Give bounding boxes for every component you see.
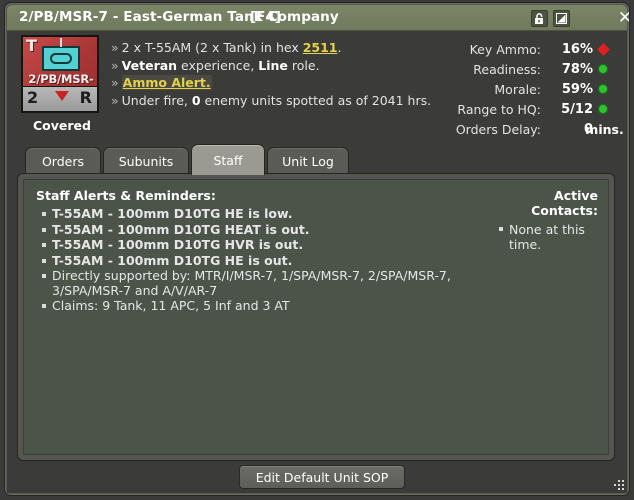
status-row: Morale: 59% — [438, 79, 613, 99]
status-row: Key Ammo: 16% — [438, 39, 613, 59]
tank-turret-shape — [50, 53, 72, 64]
status-value: 5/12 — [561, 101, 593, 117]
composition-period: . — [337, 40, 342, 55]
status-value: 78% — [561, 61, 593, 77]
window-body: T 2/PB/MSR- 2 R Covered » 2 x T-55AM (2 x… — [7, 31, 627, 493]
tank-symbol-icon — [42, 46, 80, 71]
experience-text: experience, — [177, 57, 259, 73]
status-dot-icon — [598, 104, 608, 114]
lock-icon — [535, 12, 543, 24]
tab-subunits[interactable]: Subunits — [103, 147, 189, 174]
staff-alerts-heading: Staff Alerts & Reminders: — [36, 188, 216, 203]
list-item: T-55AM - 100mm D10TG HVR is out. — [42, 237, 486, 253]
info-line-contact-status: » Under fire, 0 enemy units spotted as of… — [111, 92, 461, 110]
ammo-alert-link[interactable]: Ammo Alert. — [121, 75, 212, 90]
composition-text: 2 x T-55AM (2 x Tank) in hex — [121, 40, 303, 55]
window-title: 2/PB/MSR-7 - East-German Tank Company — [19, 9, 339, 25]
status-dot-icon — [598, 64, 608, 74]
counter-right-letter: R — [79, 88, 92, 107]
unit-counter[interactable]: T 2/PB/MSR- 2 R — [21, 35, 99, 113]
status-label: Morale: — [494, 81, 541, 97]
title-bar: 2/PB/MSR-7 - East-German Tank Company [F… — [7, 5, 629, 31]
status-dot-icon — [598, 84, 608, 94]
status-diamond-icon — [596, 42, 610, 56]
window-resize-grip[interactable] — [614, 480, 625, 491]
staff-tab-panel: Staff Alerts & Reminders: T-55AM - 100mm… — [17, 173, 615, 461]
staff-alerts-column: Staff Alerts & Reminders: T-55AM - 100mm… — [36, 188, 486, 315]
window-hotkey-label: [F4] — [250, 9, 281, 25]
counter-top-half: T 2/PB/MSR- — [23, 36, 97, 93]
status-row: Range to HQ: 5/12 — [438, 99, 613, 119]
status-label: Key Ammo: — [469, 41, 541, 57]
counter-type-letter: T — [26, 36, 37, 55]
chevron-icon: » — [111, 75, 119, 90]
active-contacts-list: None at this time. — [493, 222, 598, 252]
chevron-icon: » — [111, 40, 119, 55]
status-units: mins. — [585, 121, 624, 137]
spotted-text: enemy units spotted as of 2041 hrs. — [200, 92, 432, 108]
chevron-icon: » — [111, 92, 119, 108]
status-row: Orders Delay: 0 mins. — [438, 119, 624, 139]
role-text: role. — [287, 57, 320, 73]
status-indicator-cell: mins. — [585, 122, 623, 137]
unit-info-lines: » 2 x T-55AM (2 x Tank) in hex 2511. » Vet… — [111, 39, 461, 109]
active-contacts-heading: Active Contacts: — [531, 188, 598, 218]
tab-orders[interactable]: Orders — [25, 147, 101, 174]
experience-value: Veteran — [121, 57, 178, 73]
status-value: 59% — [561, 81, 593, 97]
status-indicator-cell — [593, 64, 613, 74]
status-value: 16% — [561, 41, 593, 57]
status-label: Orders Delay: — [455, 121, 541, 137]
unit-status-label: Covered — [33, 118, 91, 133]
resize-icon — [556, 13, 567, 24]
info-line-experience: » Veteran experience, Line role. — [111, 57, 461, 75]
role-value: Line — [258, 57, 288, 73]
list-item: Directly supported by: MTR/I/MSR-7, 1/SP… — [42, 268, 486, 298]
lock-icon-button[interactable] — [531, 10, 548, 27]
list-item: Claims: 9 Tank, 11 APC, 5 Inf and 3 AT — [42, 298, 486, 314]
edit-default-unit-sop-button[interactable]: Edit Default Unit SOP — [239, 465, 405, 489]
status-indicator-cell — [593, 84, 613, 94]
info-line-ammo-alert: » Ammo Alert. — [111, 74, 461, 92]
active-contacts-column: Active Contacts: None at this time. — [493, 188, 598, 253]
counter-left-digit: 2 — [27, 88, 39, 107]
counter-direction-arrow-icon — [55, 91, 69, 101]
tab-staff[interactable]: Staff — [191, 144, 265, 175]
status-indicator-cell — [593, 42, 613, 56]
chevron-icon: » — [111, 57, 119, 73]
under-fire-text: Under fire, — [121, 92, 192, 108]
status-label: Readiness: — [473, 61, 541, 77]
close-icon-button[interactable]: ✕ — [615, 8, 629, 28]
unit-detail-window: 2/PB/MSR-7 - East-German Tank Company [F… — [4, 2, 630, 496]
hex-link[interactable]: 2511 — [303, 40, 338, 55]
info-line-composition: » 2 x T-55AM (2 x Tank) in hex 2511. — [111, 39, 461, 57]
counter-bottom-half: 2 R — [23, 86, 97, 111]
unit-counter-block: T 2/PB/MSR- 2 R Covered — [19, 35, 105, 133]
staff-content-area: Staff Alerts & Reminders: T-55AM - 100mm… — [23, 179, 609, 455]
resize-icon-button[interactable] — [553, 10, 570, 27]
list-item: T-55AM - 100mm D10TG HE is low. — [42, 206, 486, 222]
counter-unit-id: 2/PB/MSR- — [28, 72, 94, 86]
unit-status-panel: Key Ammo: 16% Readiness: 78% Morale: 59% — [438, 39, 624, 139]
spotted-count: 0 — [191, 92, 201, 108]
staff-alerts-list: T-55AM - 100mm D10TG HE is low. T-55AM -… — [36, 206, 486, 314]
status-label: Range to HQ: — [457, 101, 541, 117]
list-item: T-55AM - 100mm D10TG HEAT is out. — [42, 222, 486, 238]
list-item: T-55AM - 100mm D10TG HE is out. — [42, 253, 486, 269]
list-item: None at this time. — [499, 222, 598, 252]
status-indicator-cell — [593, 104, 613, 114]
tank-barrel-shape — [60, 38, 62, 47]
tab-unit-log[interactable]: Unit Log — [267, 147, 349, 174]
status-row: Readiness: 78% — [438, 59, 613, 79]
